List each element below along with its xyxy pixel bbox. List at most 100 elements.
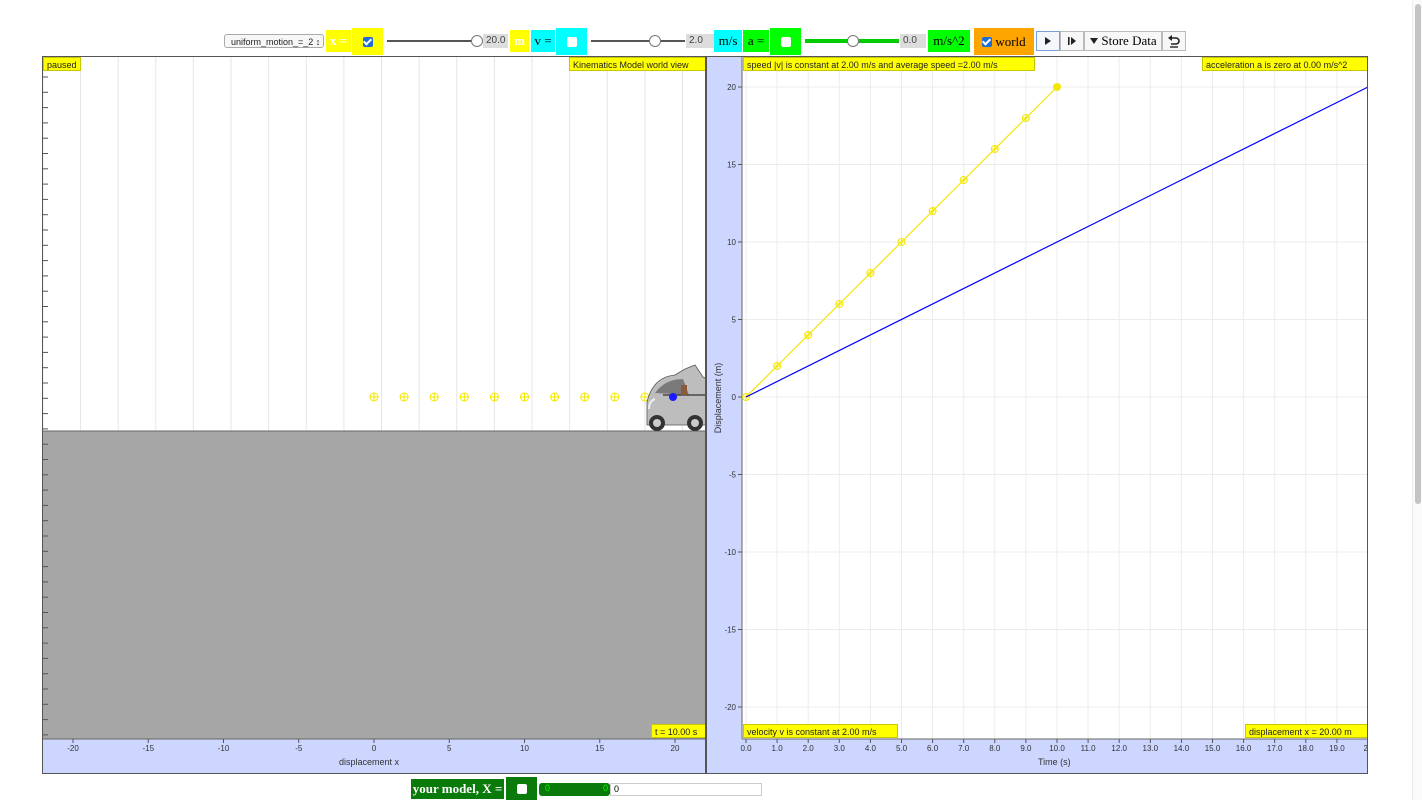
data-point	[1053, 83, 1061, 91]
a-unit: m/s^2	[928, 30, 970, 52]
graph-x-tick: 2.0	[803, 744, 815, 753]
trail-marker	[489, 392, 499, 402]
v-unit: m/s	[714, 30, 742, 52]
v-value: 2.0	[686, 34, 714, 48]
trail-marker	[580, 392, 590, 402]
graph-x-tick: 4.0	[865, 744, 877, 753]
graph-x-tick: 6.0	[927, 744, 939, 753]
a-checkbox[interactable]	[780, 36, 791, 47]
step-icon	[1068, 37, 1076, 45]
a-label: a =	[743, 30, 769, 52]
data-point	[804, 331, 813, 339]
your-model-checkbox-box[interactable]	[506, 777, 537, 800]
data-point	[835, 300, 844, 308]
trail-marker	[610, 392, 620, 402]
graph-x-tick: 1.0	[772, 744, 784, 753]
graph-x-tick: 3.0	[834, 744, 846, 753]
x-slider-knob[interactable]	[471, 35, 483, 47]
world-x-tick: 5	[447, 744, 452, 753]
graph-x-tick: 11.0	[1081, 744, 1097, 753]
store-data-label: Store Data	[1101, 33, 1157, 48]
graph-x-tick: 8.0	[989, 744, 1001, 753]
graph-y-tick: 15	[727, 161, 736, 170]
undo-button[interactable]	[1162, 31, 1186, 51]
graph-y-tick: -20	[724, 703, 736, 712]
data-point	[1021, 114, 1030, 122]
world-panel[interactable]: -20 -15 -10 -5 0 5 10 15 20 paused Kinematics Mo…	[42, 56, 706, 774]
store-data-button[interactable]: Store Data	[1084, 31, 1162, 51]
displacement-message: displacement x = 20.00 m	[1245, 724, 1367, 738]
graph-x-tick: 19.0	[1329, 744, 1345, 753]
world-x-tick: 20	[671, 744, 680, 753]
world-label: world	[995, 33, 1026, 49]
step-button[interactable]	[1060, 31, 1084, 51]
x-unit: m	[510, 30, 529, 52]
world-checkbox[interactable]	[982, 36, 993, 47]
graph-x-tick: 16.0	[1236, 744, 1252, 753]
your-model-input[interactable]: 0	[610, 783, 762, 796]
v-checkbox[interactable]	[566, 36, 577, 47]
world-x-tick: 15	[595, 744, 604, 753]
world-x-tick: 10	[520, 744, 529, 753]
graph-x-tick: 7.0	[958, 744, 970, 753]
world-title: Kinematics Model world view	[569, 57, 705, 71]
your-model-slider-end: 0	[602, 783, 608, 793]
graph-x-tick: 14.0	[1174, 744, 1190, 753]
graph-y-tick: -5	[729, 471, 737, 480]
v-label: v =	[531, 30, 555, 52]
world-toggle[interactable]: world	[974, 28, 1034, 55]
x-checkbox[interactable]	[362, 36, 373, 47]
time-readout: t = 10.00 s	[651, 724, 705, 738]
graph-y-tick: -10	[724, 548, 736, 557]
graph-y-tick: 10	[727, 238, 736, 247]
car-position-marker	[669, 393, 677, 401]
v-slider-knob[interactable]	[649, 35, 661, 47]
model-select[interactable]: uniform_motion_=_2 ↕	[224, 34, 324, 48]
graph-x-tick: 10.0	[1049, 744, 1065, 753]
data-point	[866, 269, 875, 277]
your-model-slider[interactable]: 0 0	[539, 783, 610, 796]
trail-marker	[520, 392, 529, 402]
your-model-slider-value: 0	[545, 783, 551, 793]
ground	[43, 431, 705, 739]
data-point	[990, 145, 999, 153]
graph-panel[interactable]: 0.0 1.0 2.0 3.0 4.0 5.0 6.0 7.0 8.0 9.0 10.0 11.0 12…	[706, 56, 1368, 774]
world-x-tick: -20	[67, 744, 79, 753]
plot-area	[742, 57, 1367, 739]
acceleration-message: acceleration a is zero at 0.00 m/s^2	[1202, 57, 1367, 71]
graph-x-tick: 17.0	[1267, 744, 1283, 753]
scrollbar-thumb[interactable]	[1415, 4, 1421, 504]
trail-marker	[550, 392, 560, 402]
graph-x-tick: 20	[1364, 744, 1368, 753]
x-slider[interactable]	[385, 33, 483, 49]
world-x-axis-label: displacement x	[339, 757, 400, 767]
graph-x-tick: 18.0	[1298, 744, 1314, 753]
a-checkbox-box[interactable]	[770, 28, 801, 55]
graph-x-tick: 9.0	[1020, 744, 1032, 753]
page-scrollbar[interactable]	[1412, 0, 1422, 800]
world-x-tick: -5	[295, 744, 303, 753]
data-point	[897, 238, 906, 246]
a-value: 0.0	[900, 34, 926, 48]
x-checkbox-box[interactable]	[352, 28, 383, 55]
speed-message: speed |v| is constant at 2.00 m/s and av…	[743, 57, 1035, 71]
world-canvas: -20 -15 -10 -5 0 5 10 15 20	[43, 57, 705, 773]
play-button[interactable]	[1036, 31, 1060, 51]
graph-y-tick: 0	[732, 393, 737, 402]
data-point	[928, 207, 937, 215]
graph-y-tick: 5	[732, 316, 737, 325]
data-point	[959, 176, 968, 184]
world-x-tick: -15	[142, 744, 154, 753]
your-model-checkbox[interactable]	[516, 783, 527, 794]
a-slider-knob[interactable]	[847, 35, 859, 47]
trail-marker	[429, 392, 439, 402]
v-slider[interactable]	[589, 33, 687, 49]
graph-y-tick: 20	[727, 83, 736, 92]
graph-y-axis-label: Displacement (m)	[713, 362, 723, 434]
status-label: paused	[43, 57, 81, 71]
world-x-tick: -10	[218, 744, 230, 753]
graph-x-tick: 5.0	[896, 744, 908, 753]
v-checkbox-box[interactable]	[556, 28, 587, 55]
a-slider[interactable]	[803, 33, 901, 49]
velocity-message: velocity v is constant at 2.00 m/s	[743, 724, 898, 738]
